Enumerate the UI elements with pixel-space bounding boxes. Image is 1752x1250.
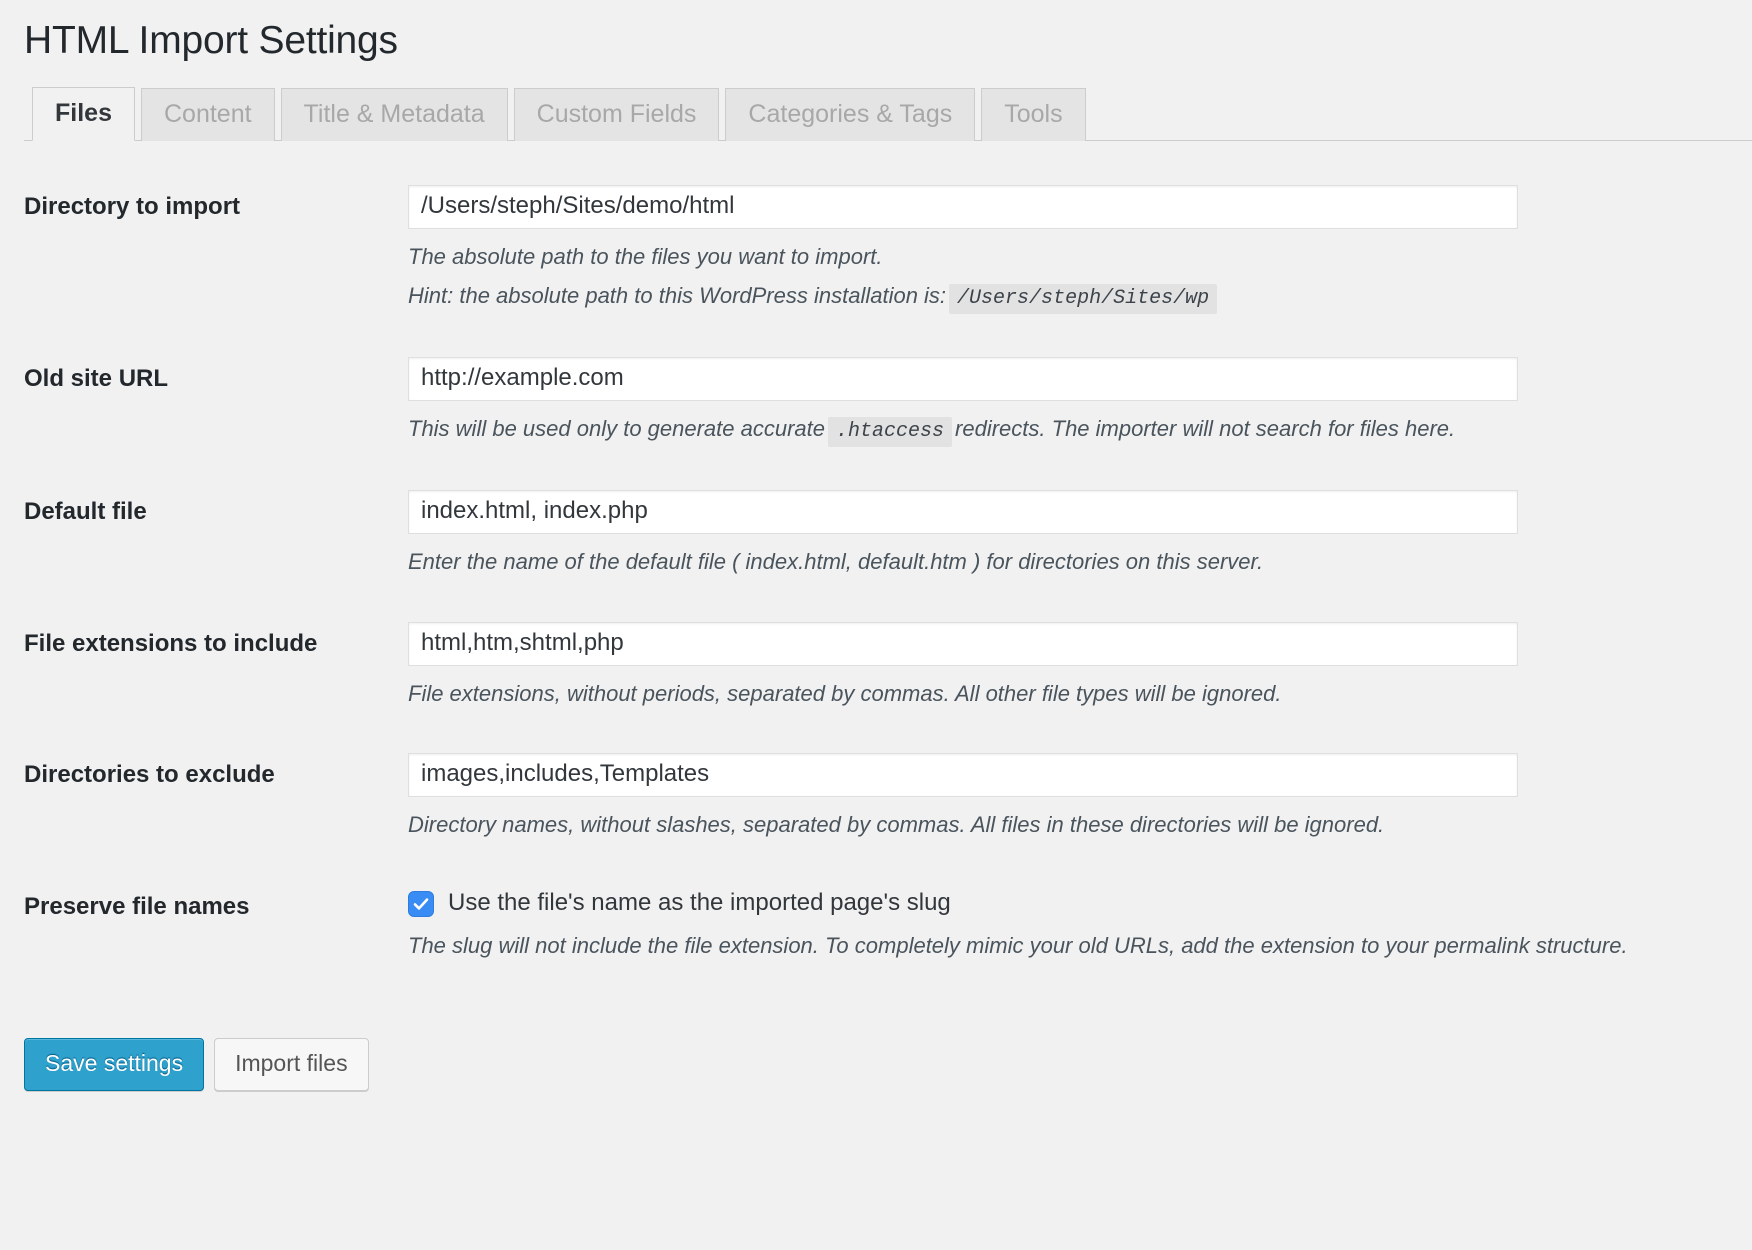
directory-hint: Hint: the absolute path to this WordPres… [408,280,1742,313]
preserve-file-names-checkbox-row[interactable]: Use the file's name as the imported page… [408,889,1742,918]
form-actions: Save settings Import files [24,1038,1752,1091]
old-site-url-description: This will be used only to generate accur… [408,413,1742,446]
default-file-input[interactable] [408,490,1518,534]
default-file-description: Enter the name of the default file ( ind… [408,546,1742,578]
old-site-url-input[interactable] [408,357,1518,401]
old-site-url-description-before: This will be used only to generate accur… [408,416,825,441]
label-directory-to-import: Directory to import [24,167,408,339]
row-directory-to-import: Directory to import The absolute path to… [24,167,1752,339]
preserve-file-names-checkbox-label: Use the file's name as the imported page… [448,889,951,918]
old-site-url-description-after: redirects. The importer will not search … [955,416,1455,441]
tab-content[interactable]: Content [141,88,275,141]
label-file-extensions: File extensions to include [24,604,408,736]
row-directories-to-exclude: Directories to exclude Directory names, … [24,735,1752,867]
row-preserve-file-names: Preserve file names Use the file's name … [24,867,1752,988]
directories-to-exclude-input[interactable] [408,753,1518,797]
tab-bar: Files Content Title & Metadata Custom Fi… [24,87,1752,141]
directory-to-import-input[interactable] [408,185,1518,229]
label-default-file: Default file [24,472,408,604]
preserve-file-names-checkbox[interactable] [408,891,434,917]
row-old-site-url: Old site URL This will be used only to g… [24,339,1752,472]
directory-hint-text: Hint: the absolute path to this WordPres… [408,283,946,308]
label-directories-to-exclude: Directories to exclude [24,735,408,867]
tab-title-metadata[interactable]: Title & Metadata [281,88,508,141]
directory-description: The absolute path to the files you want … [408,241,1742,273]
page-title: HTML Import Settings [24,18,1752,65]
tab-categories-tags[interactable]: Categories & Tags [725,88,975,141]
file-extensions-input[interactable] [408,622,1518,666]
settings-page: HTML Import Settings Files Content Title… [0,0,1752,1250]
wordpress-path-code: /Users/steph/Sites/wp [949,284,1217,314]
settings-form: Directory to import The absolute path to… [24,167,1752,988]
checkmark-icon [413,896,429,912]
tab-tools[interactable]: Tools [981,88,1085,141]
import-files-button[interactable]: Import files [214,1038,368,1091]
tab-files[interactable]: Files [32,87,135,141]
label-old-site-url: Old site URL [24,339,408,472]
tab-custom-fields[interactable]: Custom Fields [514,88,720,141]
htaccess-code: .htaccess [828,417,952,447]
row-file-extensions: File extensions to include File extensio… [24,604,1752,736]
label-preserve-file-names: Preserve file names [24,867,408,988]
row-default-file: Default file Enter the name of the defau… [24,472,1752,604]
preserve-file-names-description: The slug will not include the file exten… [408,930,1742,962]
file-extensions-description: File extensions, without periods, separa… [408,678,1742,710]
save-settings-button[interactable]: Save settings [24,1038,204,1091]
directories-to-exclude-description: Directory names, without slashes, separa… [408,809,1742,841]
